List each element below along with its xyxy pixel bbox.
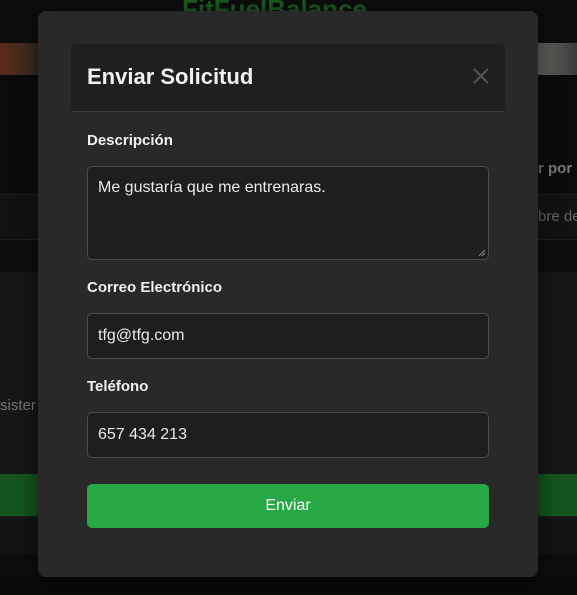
background-card-text: sister <box>0 397 36 414</box>
modal-title: Enviar Solicitud <box>87 64 254 89</box>
modal-header: Enviar Solicitud <box>71 44 505 112</box>
phone-value: 657 434 213 <box>98 426 187 443</box>
filter-label: r por N <box>538 160 577 177</box>
description-textarea[interactable]: Me gustaría que me entrenaras. <box>87 166 489 260</box>
background-footer <box>0 577 577 595</box>
resize-handle-icon[interactable] <box>478 249 486 257</box>
close-icon[interactable] <box>471 66 491 86</box>
email-label: Correo Electrónico <box>87 279 223 296</box>
email-value: tfg@tfg.com <box>98 327 185 344</box>
filter-input-placeholder: bre de <box>538 208 577 225</box>
email-field[interactable]: tfg@tfg.com <box>87 313 489 359</box>
description-value: Me gustaría que me entrenaras. <box>98 179 326 196</box>
description-label: Descripción <box>87 132 173 149</box>
request-modal: Enviar Solicitud Descripción Me gustaría… <box>38 11 538 577</box>
phone-label: Teléfono <box>87 378 149 395</box>
submit-button[interactable]: Enviar <box>87 484 489 528</box>
phone-field[interactable]: 657 434 213 <box>87 412 489 458</box>
